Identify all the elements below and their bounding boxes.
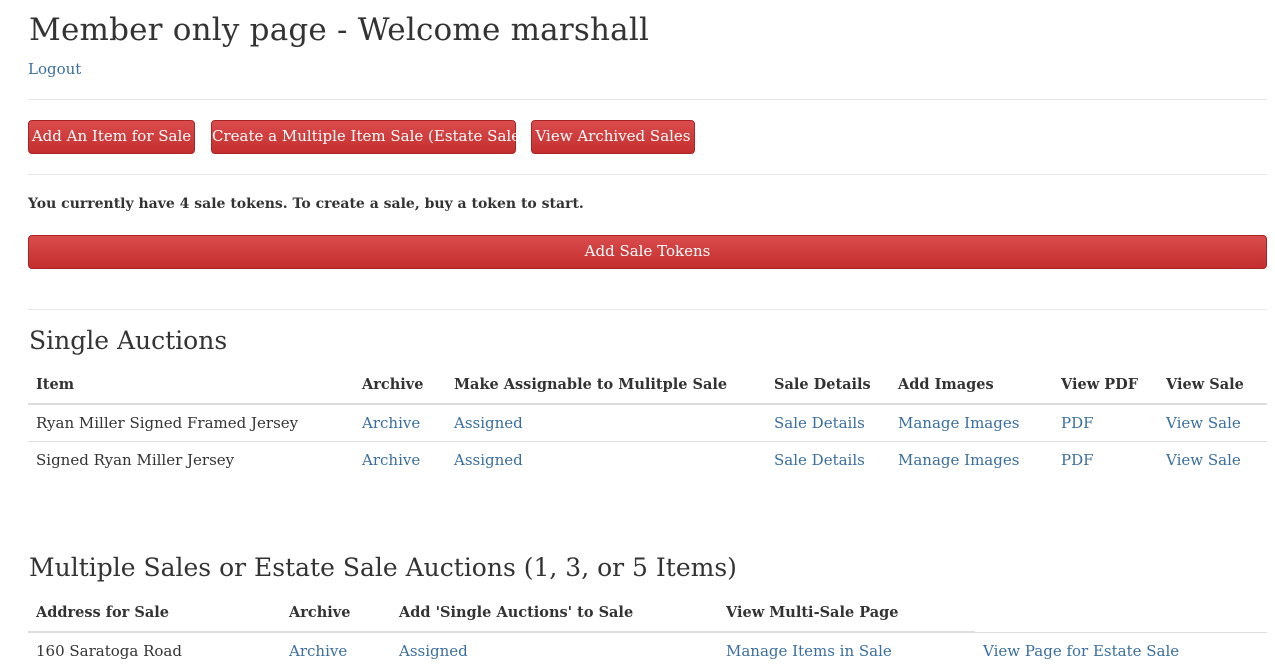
add-item-button[interactable]: Add An Item for Sale <box>28 120 195 154</box>
column-header: View PDF <box>1053 366 1158 405</box>
sale-address: 160 Saratoga Road <box>28 631 281 669</box>
manage-images-link[interactable]: Manage Images <box>898 414 1019 432</box>
column-header: Archive <box>281 594 391 633</box>
create-multiple-sale-button[interactable]: Create a Multiple Item Sale (Estate Sale… <box>211 120 534 154</box>
archive-link[interactable]: Archive <box>362 414 420 432</box>
column-header: Sale Details <box>766 366 890 405</box>
add-sale-tokens-button[interactable]: Add Sale Tokens <box>28 235 1267 269</box>
table-row: 160 Saratoga Road Archive Assigned Manag… <box>28 631 1267 669</box>
column-header: View Multi-Sale Page <box>718 594 975 633</box>
multiple-sales-table: Address for Sale Archive Add 'Single Auc… <box>28 594 1267 669</box>
page-title: Member only page - Welcome marshall <box>29 12 650 48</box>
table-header-row: Address for Sale Archive Add 'Single Auc… <box>28 594 1267 633</box>
manage-images-link[interactable]: Manage Images <box>898 451 1019 469</box>
multiple-sales-heading: Multiple Sales or Estate Sale Auctions (… <box>29 553 737 582</box>
pdf-link[interactable]: PDF <box>1061 414 1094 432</box>
table-header-row: Item Archive Make Assignable to Mulitple… <box>28 366 1267 405</box>
logout-link[interactable]: Logout <box>28 60 81 78</box>
column-header: Add 'Single Auctions' to Sale <box>391 594 718 633</box>
column-header: View Sale <box>1158 366 1267 405</box>
sale-details-link[interactable]: Sale Details <box>774 414 865 432</box>
pdf-link[interactable]: PDF <box>1061 451 1094 469</box>
assigned-link[interactable]: Assigned <box>454 414 523 432</box>
assigned-link[interactable]: Assigned <box>399 642 468 660</box>
divider <box>28 99 1267 100</box>
table-row: Ryan Miller Signed Framed Jersey Archive… <box>28 403 1267 442</box>
view-archived-button[interactable]: View Archived Sales <box>531 120 695 154</box>
view-sale-link[interactable]: View Sale <box>1166 451 1241 469</box>
column-header: Add Images <box>890 366 1053 405</box>
divider <box>28 309 1267 310</box>
manage-items-link[interactable]: Manage Items in Sale <box>726 642 892 660</box>
view-estate-sale-link[interactable]: View Page for Estate Sale <box>983 642 1179 660</box>
column-header: Archive <box>354 366 446 405</box>
token-message: You currently have 4 sale tokens. To cre… <box>28 196 584 212</box>
table-row: Signed Ryan Miller Jersey Archive Assign… <box>28 441 1267 478</box>
sale-details-link[interactable]: Sale Details <box>774 451 865 469</box>
column-header: Address for Sale <box>28 594 281 633</box>
archive-link[interactable]: Archive <box>289 642 347 660</box>
column-header: Make Assignable to Mulitple Sale <box>446 366 766 405</box>
item-name: Signed Ryan Miller Jersey <box>28 441 354 478</box>
column-header: Item <box>28 366 354 405</box>
assigned-link[interactable]: Assigned <box>454 451 523 469</box>
item-name: Ryan Miller Signed Framed Jersey <box>28 403 354 442</box>
column-header-empty <box>975 594 1267 633</box>
divider <box>28 174 1267 175</box>
archive-link[interactable]: Archive <box>362 451 420 469</box>
view-sale-link[interactable]: View Sale <box>1166 414 1241 432</box>
single-auctions-heading: Single Auctions <box>29 326 228 355</box>
single-auctions-table: Item Archive Make Assignable to Mulitple… <box>28 366 1267 478</box>
